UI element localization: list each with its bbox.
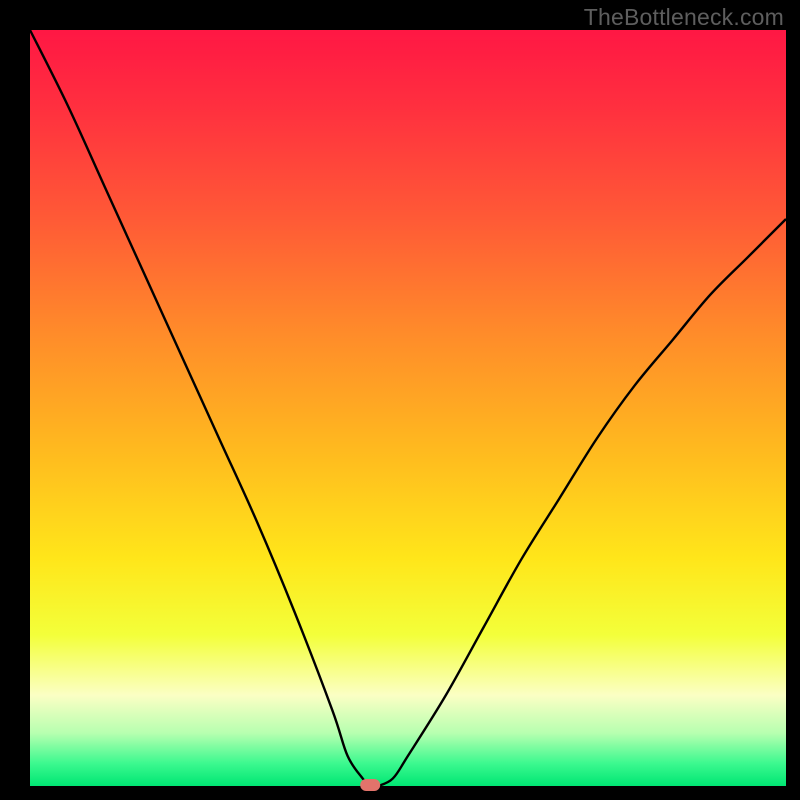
- chart-frame: TheBottleneck.com: [0, 0, 800, 800]
- watermark-text: TheBottleneck.com: [584, 4, 784, 31]
- bottleneck-chart: [0, 0, 800, 800]
- optimal-point-marker: [360, 779, 380, 791]
- plot-background: [30, 30, 786, 786]
